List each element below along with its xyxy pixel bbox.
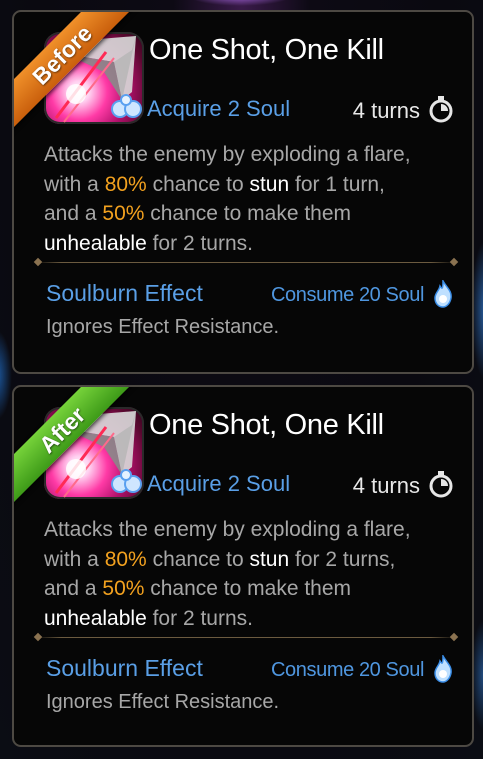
soulburn-effect-label: Soulburn Effect	[46, 280, 203, 306]
text: chance to	[146, 172, 250, 196]
text: for 2 turns.	[146, 606, 253, 630]
text: for 1 turn,	[289, 172, 385, 196]
text: with a	[44, 547, 105, 571]
unhealable-chance: 50%	[102, 577, 145, 600]
description-line-4: unhealable for 2 turns.	[44, 604, 464, 634]
ribbon-before: Before	[14, 12, 144, 142]
description-line-2: with a 80% chance to stun for 2 turns,	[44, 545, 464, 575]
unhealable-keyword: unhealable	[44, 231, 147, 255]
stun-keyword: stun	[249, 172, 290, 196]
text: and a	[44, 577, 103, 600]
skill-description: Attacks the enemy by exploding a flare, …	[44, 515, 464, 633]
soul-consume-label: Consume 20 Soul	[271, 284, 424, 306]
cooldown-label: 4 turns	[352, 98, 420, 123]
ribbon-label: After	[33, 401, 91, 459]
stun-chance: 80%	[104, 547, 147, 571]
description-line-1: Attacks the enemy by exploding a flare,	[44, 143, 411, 166]
blue-flame-icon	[434, 655, 452, 683]
text: for 2 turns,	[289, 547, 396, 571]
description-line-1: Attacks the enemy by exploding a flare,	[44, 518, 411, 541]
divider	[33, 632, 459, 642]
skill-card-before: Before One Shot, One Kill Acquire 2 Soul…	[12, 10, 474, 374]
stopwatch-icon	[429, 96, 453, 123]
unhealable-chance: 50%	[102, 202, 145, 225]
description-line-3: and a 50% chance to make them	[44, 199, 464, 229]
unhealable-keyword: unhealable	[44, 606, 147, 630]
skill-name: One Shot, One Kill	[149, 409, 384, 441]
soul-acquire-label: Acquire 2 Soul	[147, 471, 291, 496]
soul-acquire-label: Acquire 2 Soul	[147, 96, 291, 121]
skill-description: Attacks the enemy by exploding a flare, …	[44, 140, 464, 258]
soul-consume-label: Consume 20 Soul	[271, 659, 424, 681]
stun-keyword: stun	[249, 547, 290, 571]
text: chance to	[146, 547, 250, 571]
ribbon-label: Before	[27, 19, 98, 90]
text: with a	[44, 172, 105, 196]
text: chance to make them	[144, 577, 352, 600]
description-line-3: and a 50% chance to make them	[44, 574, 464, 604]
description-line-4: unhealable for 2 turns.	[44, 229, 464, 259]
ribbon-after: After	[14, 387, 144, 517]
soulburn-description: Ignores Effect Resistance.	[46, 316, 280, 338]
soulburn-effect-label: Soulburn Effect	[46, 655, 203, 681]
text: and a	[44, 202, 103, 225]
blue-flame-icon	[434, 280, 452, 308]
skill-name: One Shot, One Kill	[149, 34, 384, 66]
background-glow-top	[185, 0, 295, 6]
description-line-2: with a 80% chance to stun for 1 turn,	[44, 170, 464, 200]
stun-chance: 80%	[104, 172, 147, 196]
text: for 2 turns.	[146, 231, 253, 255]
skill-card-after: After One Shot, One Kill Acquire 2 Soul …	[12, 385, 474, 747]
stopwatch-icon	[429, 471, 453, 498]
text: chance to make them	[144, 202, 352, 225]
cooldown-label: 4 turns	[352, 473, 420, 498]
divider	[33, 257, 459, 267]
soulburn-description: Ignores Effect Resistance.	[46, 691, 280, 713]
background-glow-left	[0, 330, 12, 420]
